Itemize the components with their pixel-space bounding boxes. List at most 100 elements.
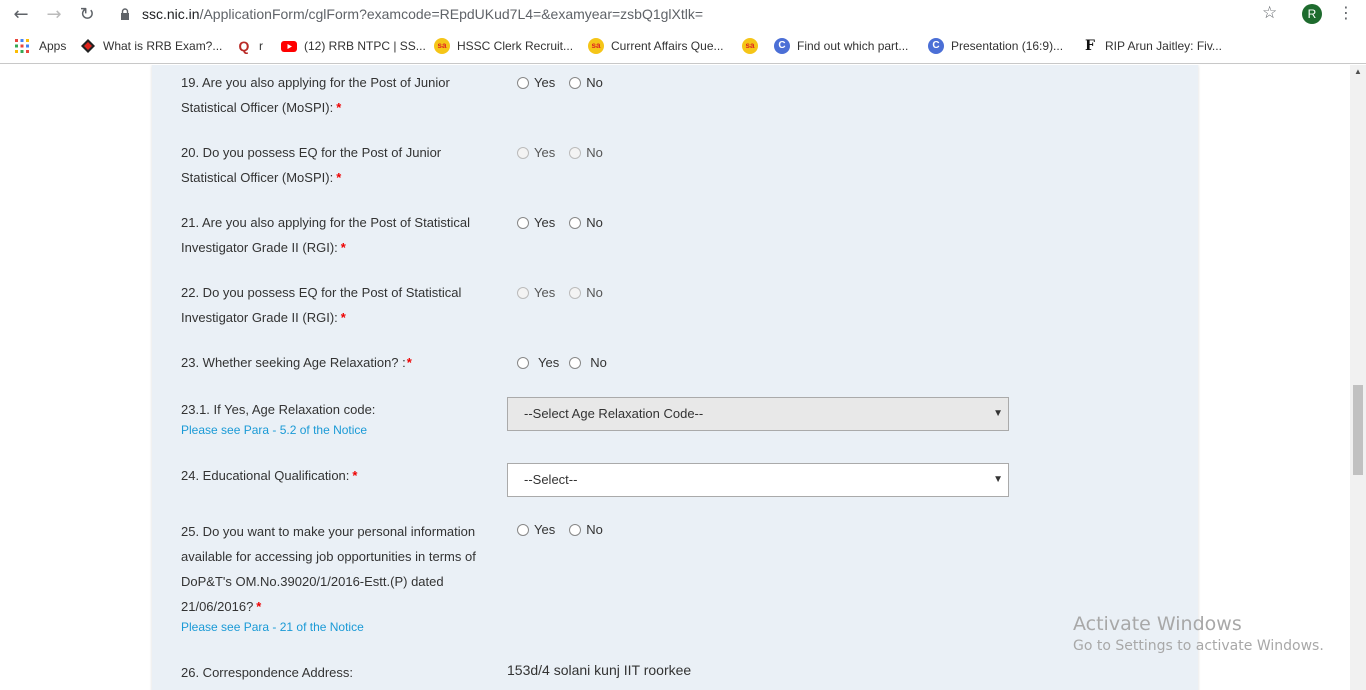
q25-label: 25. Do you want to make your personal in… [181, 524, 476, 614]
required-mark: * [256, 599, 262, 614]
bookmark-label: HSSC Clerk Recruit... [457, 39, 574, 53]
bookmark-label: What is RRB Exam?... [103, 39, 223, 53]
sa-icon: sa [742, 38, 758, 54]
q20-no-radio[interactable] [569, 146, 582, 159]
bookmark-apps[interactable]: Apps [14, 38, 66, 54]
radio-label-yes: Yes [534, 145, 556, 160]
q19-no-radio[interactable] [569, 76, 582, 89]
q19-radio-group: Yes No [517, 75, 617, 90]
bookmark-current-affairs[interactable]: sa Current Affairs Que... [588, 38, 724, 54]
bookmark-label: Find out which part... [797, 39, 909, 53]
radio-label-yes: Yes [538, 355, 560, 370]
sa-icon: sa [434, 38, 450, 54]
required-mark: * [340, 240, 346, 255]
youtube-icon [281, 41, 297, 52]
dropdown-arrow-icon: ▼ [993, 408, 1003, 419]
required-mark: * [352, 468, 358, 483]
select-value: --Select Age Relaxation Code-- [524, 406, 704, 421]
bookmark-label: RIP Arun Jaitley: Fiv... [1105, 39, 1222, 53]
q26-label: 26. Correspondence Address: [181, 665, 353, 680]
dropdown-arrow-icon: ▼ [993, 474, 1003, 485]
forward-arrow-icon[interactable]: → [43, 4, 65, 26]
q23-radio-group: Yes No [517, 355, 621, 370]
radio-label-yes: Yes [534, 75, 556, 90]
q22-radio-group: Yes No [517, 285, 617, 300]
q21-no-radio[interactable] [569, 216, 582, 229]
bookmark-hssc-clerk[interactable]: sa HSSC Clerk Recruit... [434, 38, 573, 54]
q23-1-notice-link[interactable]: Please see Para - 5.2 of the Notice [181, 423, 367, 437]
radio-label-yes: Yes [534, 285, 556, 300]
activate-windows-title: Activate Windows [1073, 613, 1242, 635]
scrollbar-thumb[interactable] [1353, 385, 1363, 475]
q22-label: 22. Do you possess EQ for the Post of St… [181, 285, 462, 325]
radio-label-no: No [590, 355, 607, 370]
avatar[interactable]: R [1302, 4, 1322, 24]
bookmark-rrb-exam[interactable]: What is RRB Exam?... [80, 38, 222, 54]
correspondence-address-value: 153d/4 solani kunj IIT roorkee [507, 662, 692, 678]
bookmark-label: (12) RRB NTPC | SS... [304, 39, 426, 53]
radio-label-yes: Yes [534, 215, 556, 230]
q19-yes-radio[interactable] [517, 76, 529, 89]
q22-no-radio[interactable] [569, 286, 582, 299]
back-arrow-icon[interactable]: ← [10, 4, 32, 26]
q21-label: 21. Are you also applying for the Post o… [181, 215, 471, 255]
url-path: /ApplicationForm/cglForm?examcode=REpdUK… [199, 6, 704, 22]
bookmarks-bar: Apps What is RRB Exam?... Q r (12) RRB N… [0, 30, 1366, 64]
bookmark-quora[interactable]: Q r [236, 38, 263, 54]
radio-label-no: No [586, 145, 603, 160]
page-content: 19. Are you also applying for the Post o… [0, 65, 1350, 690]
bookmark-find-out[interactable]: C Find out which part... [774, 38, 908, 54]
application-form: 19. Are you also applying for the Post o… [152, 65, 1198, 690]
bookmark-youtube[interactable]: (12) RRB NTPC | SS... [281, 38, 426, 54]
radio-label-no: No [586, 522, 603, 537]
required-mark: * [336, 100, 342, 115]
lock-icon [121, 8, 129, 20]
q24-label: 24. Educational Qualification: * [181, 468, 358, 483]
q23-no-radio[interactable] [569, 356, 582, 369]
sa-icon: sa [588, 38, 604, 54]
bookmark-label: Apps [39, 39, 67, 53]
q19-label: 19. Are you also applying for the Post o… [181, 75, 450, 115]
q25-yes-radio[interactable] [517, 523, 529, 536]
c-logo-icon: C [774, 38, 790, 54]
activate-windows-subtitle: Go to Settings to activate Windows. [1073, 638, 1324, 654]
bookmark-star-icon[interactable]: ☆ [1262, 3, 1277, 23]
radio-label-no: No [586, 215, 603, 230]
red-diamond-icon [81, 39, 95, 53]
required-mark: * [340, 310, 346, 325]
url-host: ssc.nic.in [142, 6, 200, 22]
educational-qualification-select[interactable]: --Select-- ▼ [507, 463, 1009, 497]
bookmark-label: r [259, 39, 263, 53]
age-relaxation-code-select[interactable]: --Select Age Relaxation Code-- ▼ [507, 397, 1009, 431]
reload-icon[interactable]: ↻ [76, 4, 98, 26]
radio-label-no: No [586, 285, 603, 300]
radio-label-yes: Yes [534, 522, 556, 537]
select-value: --Select-- [524, 472, 578, 487]
bookmark-presentation[interactable]: C Presentation (16:9)... [928, 38, 1063, 54]
menu-kebab-icon[interactable]: ⋮ [1338, 3, 1354, 22]
q23-label: 23. Whether seeking Age Relaxation? :* [181, 355, 412, 370]
c-logo-icon: C [928, 38, 944, 54]
q20-yes-radio[interactable] [517, 146, 529, 159]
bookmark-rip-arun[interactable]: F RIP Arun Jaitley: Fiv... [1082, 38, 1222, 54]
address-bar[interactable]: ssc.nic.in/ApplicationForm/cglForm?examc… [142, 6, 703, 22]
bookmark-sa[interactable]: sa [742, 38, 765, 54]
q20-label: 20. Do you possess EQ for the Post of Ju… [181, 145, 442, 185]
scroll-up-arrow-icon[interactable]: ▲ [1354, 67, 1362, 76]
bookmark-label: Current Affairs Que... [611, 39, 724, 53]
page-scrollbar[interactable]: ▲ [1350, 65, 1366, 690]
q-logo-icon: Q [238, 38, 250, 54]
q25-no-radio[interactable] [569, 523, 582, 536]
f-logo-icon: F [1085, 38, 1095, 54]
browser-toolbar: ← → ↻ ssc.nic.in/ApplicationForm/cglForm… [0, 0, 1366, 30]
q20-radio-group: Yes No [517, 145, 617, 160]
bookmark-label: Presentation (16:9)... [951, 39, 1064, 53]
q25-radio-group: Yes No [517, 522, 617, 537]
q23-yes-radio[interactable] [517, 356, 529, 369]
apps-grid-icon [15, 39, 29, 53]
q25-notice-link[interactable]: Please see Para - 21 of the Notice [181, 620, 364, 634]
q22-yes-radio[interactable] [517, 286, 529, 299]
radio-label-no: No [586, 75, 603, 90]
q21-yes-radio[interactable] [517, 216, 529, 229]
required-mark: * [336, 170, 342, 185]
